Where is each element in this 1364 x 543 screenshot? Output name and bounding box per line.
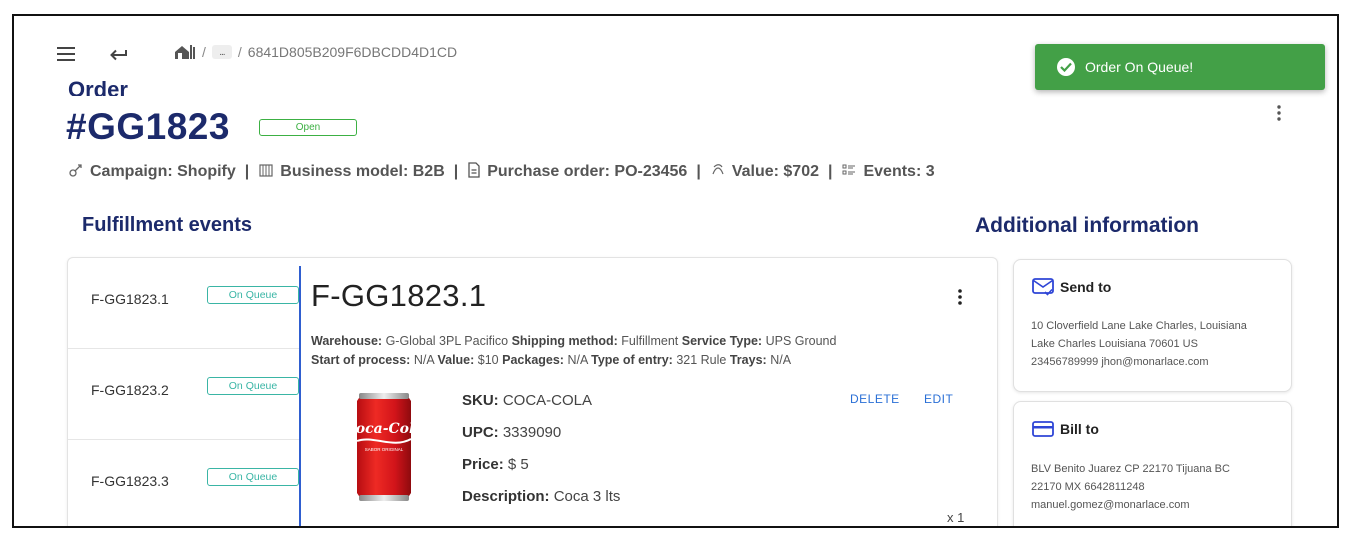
send-to-header: Send to [1032,278,1111,296]
event-status-badge: On Queue [207,286,299,304]
menu-icon[interactable] [54,44,78,64]
event-detail-line-1: Warehouse: G-Global 3PL Pacifico Shippin… [311,334,836,348]
campaign-icon [68,162,84,181]
bill-to-title: Bill to [1060,421,1099,437]
product-sku: SKU: COCA-COLA [462,392,592,409]
upc-value: 3339090 [502,424,562,441]
sku-value: COCA-COLA [502,392,593,409]
breadcrumb-separator: / [202,44,206,60]
business-model-text: Business model: B2B [280,162,445,180]
breadcrumb-separator: / [237,44,242,60]
order-number: #GG1823 [66,106,230,147]
section-title-additional: Additional information [975,214,1199,237]
meta-separator: | [696,162,701,180]
campaign-text: Campaign: Shopify [90,162,236,180]
product-price: Price: $ 5 [462,456,529,473]
meta-separator: | [827,162,833,180]
bill-to-card: Bill to BLV Benito Juarez CP 22170 Tijua… [1013,401,1292,526]
trays-label: Trays: [729,353,767,367]
entry-value: 321 Rule [676,353,727,367]
document-icon [467,162,481,181]
description-label: Description: [462,488,550,505]
bill-to-line: BLV Benito Juarez CP 22170 Tijuana BC [1031,463,1230,475]
event-list-item[interactable]: F-GG1823.2 On Queue [68,349,300,440]
trays-value: N/A [770,353,792,367]
event-list-item[interactable]: F-GG1823.1 On Queue [68,258,300,349]
event-name: F-GG1823.2 [91,382,169,398]
bill-to-address: BLV Benito Juarez CP 22170 Tijuana BC 22… [1031,460,1286,514]
breadcrumb-more-button[interactable]: ... [211,45,232,59]
shipping-label: Shipping method: [511,334,618,348]
packages-value: N/A [567,353,588,367]
price-value: $ 5 [507,456,529,473]
description-value: Coca 3 lts [553,488,621,505]
send-to-line: Lake Charles Louisiana 70601 US [1031,338,1198,350]
product-brand-text: Coca-Cola [353,421,415,437]
product-subtitle-text: SABOR ORIGINAL [365,447,404,452]
event-status-badge: On Queue [207,377,299,395]
event-detail-line-2: Start of process: N/A Value: $10 Package… [311,353,791,367]
event-name: F-GG1823.3 [91,473,169,489]
sku-label: SKU: [462,392,499,409]
event-list-item[interactable]: F-GG1823.3 On Queue [68,440,300,526]
upc-label: UPC: [462,424,499,441]
product-description: Description: Coca 3 lts [462,488,620,505]
edit-button[interactable]: EDIT [924,392,953,406]
service-value: UPS Ground [765,334,837,348]
order-meta: Campaign: Shopify | Business model: B2B … [68,162,935,181]
warehouse-value: G-Global 3PL Pacifico [385,334,509,348]
list-icon [841,162,857,181]
entry-label: Type of entry: [591,353,673,367]
service-label: Service Type: [681,334,763,348]
bill-to-line: manuel.gomez@monarlace.com [1031,499,1190,511]
meta-separator: | [453,162,459,180]
bank-icon [258,162,274,181]
order-label: Order [68,78,128,96]
bill-to-line: 22170 MX 6642811248 [1031,481,1145,493]
product-quantity: x 1 [947,510,965,525]
value-text: Value: $702 [731,162,819,180]
meta-separator: | [244,162,250,180]
mail-icon [1032,278,1054,296]
breadcrumb-current: 6841D805B209F6DBCDD4D1CD [247,44,458,60]
toast-message: Order On Queue! [1085,59,1194,75]
more-vert-icon[interactable] [957,288,965,308]
event-detail-title: F-GG1823.1 [311,278,487,313]
send-to-line: 23456789999 jhon@monarlace.com [1031,356,1209,368]
value-value: $10 [477,353,499,367]
event-detail-panel: F-GG1823.1 Warehouse: G-Global 3PL Pacif… [299,266,997,526]
app-frame: / ... / 6841D805B209F6DBCDD4D1CD Order O… [12,14,1339,528]
product-image: Coca-Cola SABOR ORIGINAL [345,391,423,503]
check-circle-icon [1057,58,1075,76]
bill-to-header: Bill to [1032,420,1099,438]
send-to-card: Send to 10 Cloverfield Lane Lake Charles… [1013,259,1292,392]
credit-card-icon [1032,420,1054,438]
price-label: Price: [462,456,504,473]
money-icon [710,162,726,181]
purchase-order-text: Purchase order: PO-23456 [487,162,688,180]
send-to-title: Send to [1060,279,1112,295]
delete-button[interactable]: DELETE [850,392,900,406]
start-label: Start of process: [311,353,411,367]
fulfillment-events-card: F-GG1823.1 On Queue F-GG1823.2 On Queue … [67,257,998,526]
warehouse-label: Warehouse: [311,334,383,348]
toast-notification: Order On Queue! [1035,44,1325,90]
section-title-fulfillment: Fulfillment events [82,214,253,236]
start-value: N/A [413,353,434,367]
send-to-line: 10 Cloverfield Lane Lake Charles, Louisi… [1031,320,1247,332]
status-badge: Open [259,119,357,136]
product-upc: UPC: 3339090 [462,424,561,441]
shipping-value: Fulfillment [621,334,679,348]
events-count-text: Events: 3 [863,162,935,180]
value-label: Value: [437,353,475,367]
breadcrumb: / ... / 6841D805B209F6DBCDD4D1CD [174,44,457,60]
send-to-address: 10 Cloverfield Lane Lake Charles, Louisi… [1031,317,1286,371]
event-name: F-GG1823.1 [91,291,169,307]
home-icon[interactable] [174,44,196,60]
back-arrow-icon[interactable] [106,44,130,64]
packages-label: Packages: [502,353,564,367]
more-vert-icon[interactable] [1276,104,1288,126]
event-status-badge: On Queue [207,468,299,486]
